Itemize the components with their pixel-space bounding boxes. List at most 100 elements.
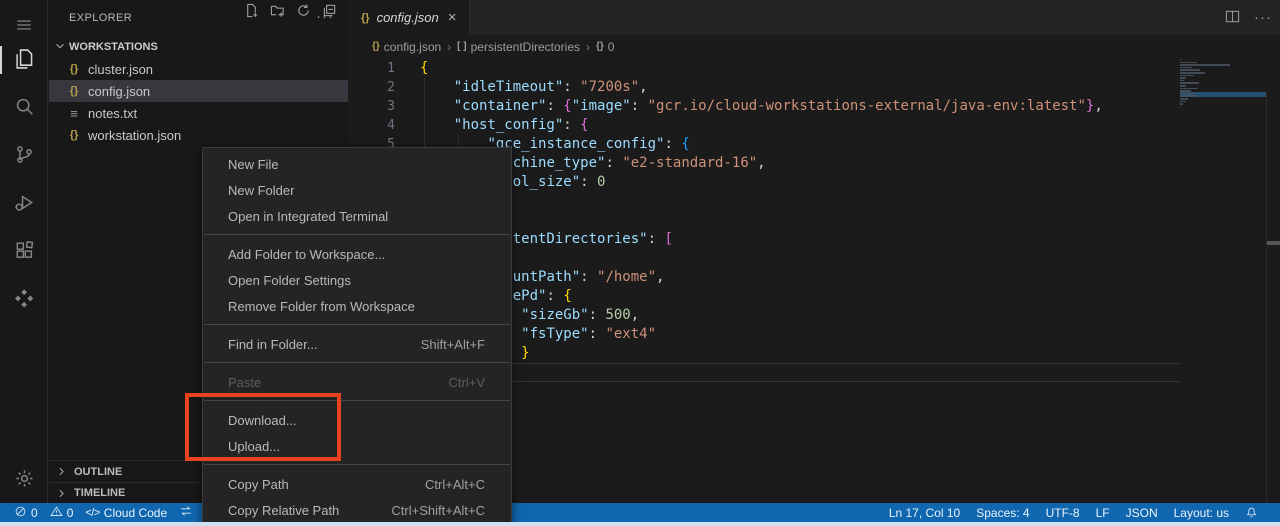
json-file-icon: {} xyxy=(66,85,82,97)
menu-item-label: Download... xyxy=(228,413,297,428)
menu-icon xyxy=(15,16,33,37)
code-line-3: 3 "container": {"image": "gcr.io/cloud-w… xyxy=(348,97,1103,116)
menu-item-label: Upload... xyxy=(228,439,280,454)
vscode-window: EXPLORER ··· WORKSTATIONS {}cluster.json… xyxy=(0,0,1280,526)
file-item-cluster.json[interactable]: {}cluster.json xyxy=(49,58,348,80)
status-warning[interactable]: 0 xyxy=(44,503,80,522)
menu-separator xyxy=(204,324,510,325)
status-label: 0 xyxy=(67,506,74,520)
activity-debug-button[interactable] xyxy=(0,184,48,224)
context-menu: New File New Folder Open in Integrated Ter… xyxy=(202,147,512,526)
status-layout-us[interactable]: Layout: us xyxy=(1166,503,1237,522)
activity-extensions-button[interactable] xyxy=(0,232,48,272)
menu-item-copy-path[interactable]: Copy Path Ctrl+Alt+C xyxy=(203,471,511,497)
menu-item-shortcut: Ctrl+Alt+C xyxy=(425,477,485,492)
cloud-code-icon xyxy=(13,288,35,313)
scrollbar-thumb[interactable] xyxy=(1267,241,1280,245)
collapse-all-button[interactable] xyxy=(320,3,338,21)
refresh-button[interactable] xyxy=(294,3,312,21)
bottom-edge-strip xyxy=(0,522,1280,526)
menu-item-download[interactable]: Download... xyxy=(203,407,511,433)
timeline-label: TIMELINE xyxy=(74,487,125,499)
tab-config-json[interactable]: {} config.json × xyxy=(348,0,470,35)
split-editor-icon[interactable] xyxy=(1225,9,1240,27)
status-bell[interactable] xyxy=(1237,503,1270,522)
menu-item-new-folder[interactable]: New Folder xyxy=(203,177,511,203)
new-folder-icon xyxy=(270,3,285,21)
error-icon xyxy=(14,505,31,521)
tab-label: config.json xyxy=(377,10,439,25)
status-sync[interactable] xyxy=(173,503,203,522)
menu-separator xyxy=(204,464,510,465)
status-label: LF xyxy=(1096,506,1110,520)
activity-search-button[interactable] xyxy=(0,88,48,128)
scrollbar-border xyxy=(1266,94,1267,503)
status-json[interactable]: JSON xyxy=(1118,503,1166,522)
code-line-1: 1{ xyxy=(348,59,428,78)
close-icon[interactable]: × xyxy=(448,10,457,25)
menu-item-new-file[interactable]: New File xyxy=(203,151,511,177)
settings-icon xyxy=(14,468,35,492)
file-item-config.json[interactable]: {} config.json xyxy=(49,80,348,102)
file-name: notes.txt xyxy=(88,106,137,121)
file-name: config.json xyxy=(88,84,150,99)
status-label: Cloud Code xyxy=(104,506,167,520)
breadcrumb-item[interactable]: {}0 xyxy=(596,40,614,54)
file-item-notes.txt[interactable]: ≡ notes.txt xyxy=(49,102,348,124)
extensions-icon xyxy=(14,240,35,264)
activity-explorer-button[interactable] xyxy=(0,40,48,80)
line-number: 1 xyxy=(348,59,395,78)
menu-item-remove-folder-from-workspace[interactable]: Remove Folder from Workspace xyxy=(203,293,511,319)
breadcrumb-item[interactable]: [ ]persistentDirectories xyxy=(457,40,580,54)
minimap[interactable] xyxy=(1180,59,1266,108)
menu-item-add-folder-to-workspace[interactable]: Add Folder to Workspace... xyxy=(203,241,511,267)
menu-item-shortcut: Shift+Alt+F xyxy=(421,337,485,352)
menu-item-copy-relative-path[interactable]: Copy Relative PathCtrl+Shift+Alt+C xyxy=(203,497,511,523)
status-utf-8[interactable]: UTF-8 xyxy=(1038,503,1088,522)
status-code[interactable]: </>Cloud Code xyxy=(79,503,173,522)
breadcrumb-label: config.json xyxy=(384,40,441,54)
activity-settings-button[interactable] xyxy=(0,460,48,500)
menu-item-label: Find in Folder... xyxy=(228,337,318,352)
menu-item-find-in-folder[interactable]: Find in Folder... Shift+Alt+F xyxy=(203,331,511,357)
source-control-icon xyxy=(14,144,35,168)
json-file-icon: {} xyxy=(361,12,370,24)
menu-item-upload[interactable]: Upload... xyxy=(203,433,511,459)
workspace-folder-row[interactable]: WORKSTATIONS xyxy=(49,36,348,58)
breadcrumb-item[interactable]: {}config.json xyxy=(372,40,441,54)
menu-item-label: Open in Integrated Terminal xyxy=(228,209,388,224)
file-item-workstation.json[interactable]: {}workstation.json xyxy=(49,124,348,146)
line-number: 2 xyxy=(348,78,395,97)
code-line-4: 4 "host_config": { xyxy=(348,116,589,135)
new-file-icon xyxy=(244,3,259,21)
code-line-2: 2 "idleTimeout": "7200s", xyxy=(348,78,648,97)
menu-item-open-folder-settings[interactable]: Open Folder Settings xyxy=(203,267,511,293)
status-label: 0 xyxy=(31,506,38,520)
status-bar-left: 0 0 </>Cloud Code xyxy=(8,503,203,522)
text-file-icon: ≡ xyxy=(66,106,82,121)
breadcrumb-label: persistentDirectories xyxy=(471,40,580,54)
editor-more-button[interactable]: ··· xyxy=(1254,9,1272,26)
status-label: Spaces: 4 xyxy=(976,506,1029,520)
status-lf[interactable]: LF xyxy=(1088,503,1118,522)
menu-item-label: Remove Folder from Workspace xyxy=(228,299,415,314)
status-bar-right: Ln 17, Col 10 Spaces: 4 UTF-8 LF JSONLayout:… xyxy=(881,503,1270,522)
menu-item-label: Add Folder to Workspace... xyxy=(228,247,385,262)
activity-cloud-code-button[interactable] xyxy=(0,280,48,320)
menu-item-shortcut: Ctrl+V xyxy=(449,375,485,390)
status-spaces-4[interactable]: Spaces: 4 xyxy=(968,503,1037,522)
menu-item-label: Open Folder Settings xyxy=(228,273,351,288)
bell-icon xyxy=(1245,505,1262,521)
status-ln-17-col-10[interactable]: Ln 17, Col 10 xyxy=(881,503,968,522)
collapse-all-icon xyxy=(322,3,337,21)
new-folder-button[interactable] xyxy=(268,3,286,21)
status-error[interactable]: 0 xyxy=(8,503,44,522)
activity-source-control-button[interactable] xyxy=(0,136,48,176)
new-file-button[interactable] xyxy=(242,3,260,21)
menu-item-label: New File xyxy=(228,157,279,172)
menu-item-label: Copy Path xyxy=(228,477,289,492)
menu-item-open-in-integrated-terminal[interactable]: Open in Integrated Terminal xyxy=(203,203,511,229)
menu-item-shortcut: Ctrl+Shift+Alt+C xyxy=(391,503,485,518)
refresh-icon xyxy=(296,3,311,21)
breadcrumb: {}config.json›[ ]persistentDirectories›{… xyxy=(348,35,1280,58)
